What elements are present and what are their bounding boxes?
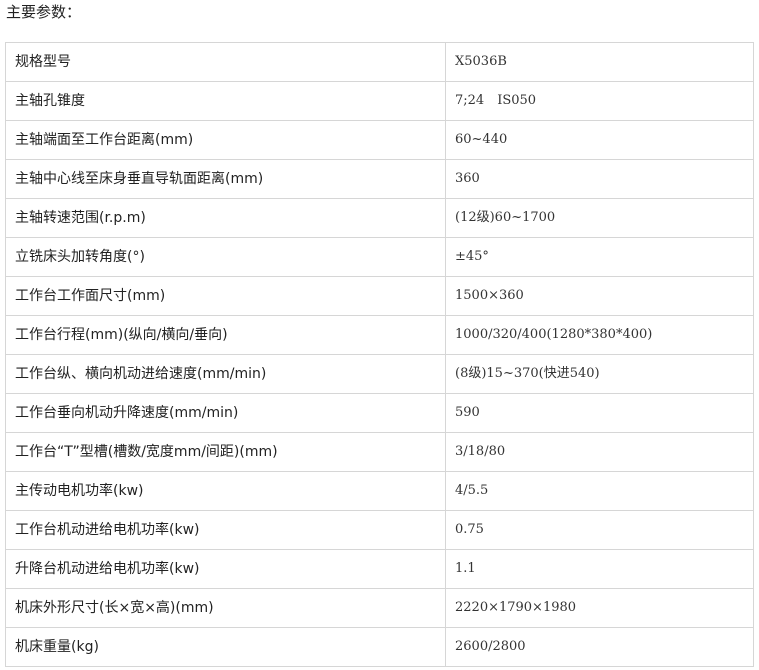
table-row: 工作台纵、横向机动进给速度(mm/min) (8级)15~370(快进540)	[5, 354, 754, 394]
spec-value: 3/18/80	[445, 432, 754, 472]
spec-value: 360	[445, 159, 754, 199]
table-row: 主轴中心线至床身垂直导轨面距离(mm) 360	[5, 159, 754, 199]
spec-label: 规格型号	[5, 42, 446, 82]
table-row: 工作台“T”型槽(槽数/宽度mm/间距)(mm) 3/18/80	[5, 432, 754, 472]
table-row: 立铣床头加转角度(°) ±45°	[5, 237, 754, 277]
table-row: 工作台垂向机动升降速度(mm/min) 590	[5, 393, 754, 433]
spec-value: (8级)15~370(快进540)	[445, 354, 754, 394]
spec-label: 机床重量(kg)	[5, 627, 446, 667]
table-row: 机床外形尺寸(长×宽×高)(mm) 2220×1790×1980	[5, 588, 754, 628]
spec-value: 60~440	[445, 120, 754, 160]
spec-value: 2600/2800	[445, 627, 754, 667]
spec-value: 1500×360	[445, 276, 754, 316]
spec-label: 工作台机动进给电机功率(kw)	[5, 510, 446, 550]
spec-label: 主轴端面至工作台距离(mm)	[5, 120, 446, 160]
spec-value: 0.75	[445, 510, 754, 550]
spec-table-body: 规格型号 X5036B 主轴孔锥度 7;24 IS050 主轴端面至工作台距离(mm…	[5, 42, 754, 667]
spec-value: 590	[445, 393, 754, 433]
spec-label: 主轴转速范围(r.p.m)	[5, 198, 446, 238]
spec-value: 7;24 IS050	[445, 81, 754, 121]
spec-label: 工作台“T”型槽(槽数/宽度mm/间距)(mm)	[5, 432, 446, 472]
spec-label: 机床外形尺寸(长×宽×高)(mm)	[5, 588, 446, 628]
spec-label: 工作台垂向机动升降速度(mm/min)	[5, 393, 446, 433]
table-row: 工作台行程(mm)(纵向/横向/垂向) 1000/320/400(1280*380…	[5, 315, 754, 355]
page-heading: 主要参数：	[6, 3, 82, 21]
spec-table: 规格型号 X5036B 主轴孔锥度 7;24 IS050 主轴端面至工作台距离(mm…	[5, 42, 754, 667]
spec-value: 2220×1790×1980	[445, 588, 754, 628]
table-row: 工作台机动进给电机功率(kw) 0.75	[5, 510, 754, 550]
table-row: 工作台工作面尺寸(mm) 1500×360	[5, 276, 754, 316]
table-row: 主轴端面至工作台距离(mm) 60~440	[5, 120, 754, 160]
spec-value: 1.1	[445, 549, 754, 589]
spec-value: ±45°	[445, 237, 754, 277]
spec-label: 升降台机动进给电机功率(kw)	[5, 549, 446, 589]
spec-label: 主传动电机功率(kw)	[5, 471, 446, 511]
spec-value: X5036B	[445, 42, 754, 82]
table-row: 规格型号 X5036B	[5, 42, 754, 82]
table-row: 主轴孔锥度 7;24 IS050	[5, 81, 754, 121]
table-row: 机床重量(kg) 2600/2800	[5, 627, 754, 667]
table-row: 主轴转速范围(r.p.m) (12级)60~1700	[5, 198, 754, 238]
spec-value: (12级)60~1700	[445, 198, 754, 238]
spec-label: 立铣床头加转角度(°)	[5, 237, 446, 277]
table-row: 主传动电机功率(kw) 4/5.5	[5, 471, 754, 511]
spec-label: 工作台工作面尺寸(mm)	[5, 276, 446, 316]
spec-value: 1000/320/400(1280*380*400)	[445, 315, 754, 355]
spec-value: 4/5.5	[445, 471, 754, 511]
table-row: 升降台机动进给电机功率(kw) 1.1	[5, 549, 754, 589]
spec-label: 主轴孔锥度	[5, 81, 446, 121]
spec-label: 工作台行程(mm)(纵向/横向/垂向)	[5, 315, 446, 355]
spec-label: 主轴中心线至床身垂直导轨面距离(mm)	[5, 159, 446, 199]
spec-label: 工作台纵、横向机动进给速度(mm/min)	[5, 354, 446, 394]
